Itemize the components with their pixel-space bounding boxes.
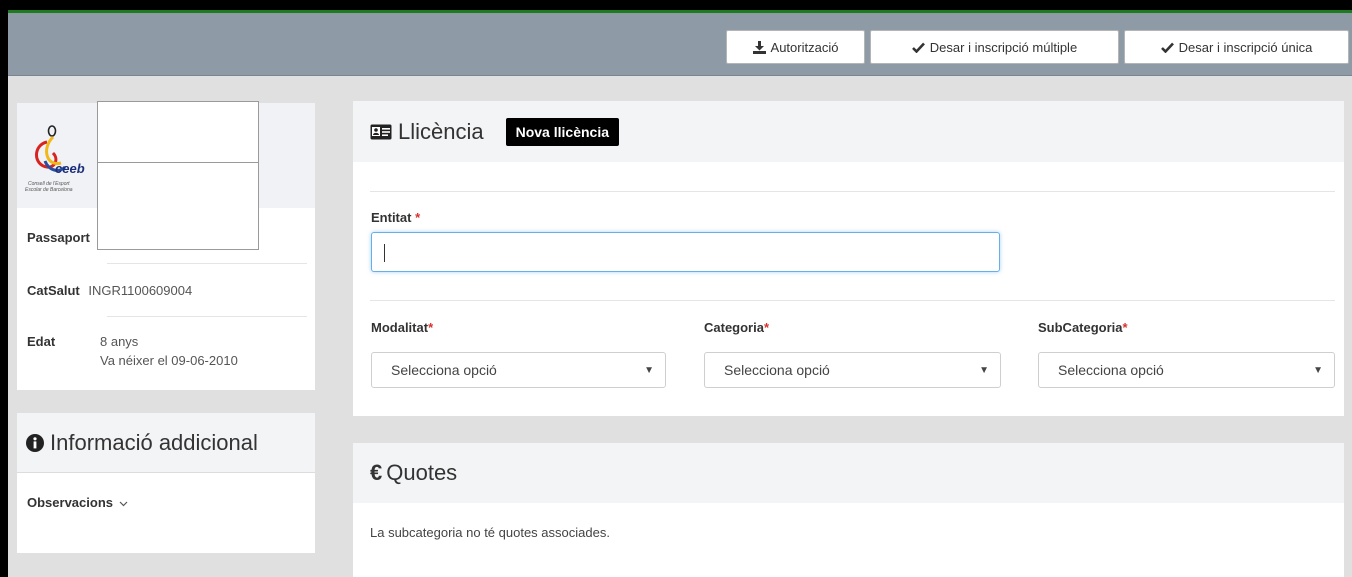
modality-select[interactable]: Selecciona opció ▼: [371, 352, 666, 388]
caret-down-icon: ▼: [979, 364, 989, 376]
category-select-value: Selecciona opció: [724, 362, 830, 378]
observations-label: Observacions: [27, 495, 113, 510]
divider: [107, 316, 307, 317]
license-header: Llicència Nova llicència: [353, 101, 1344, 162]
subcategory-label-text: SubCategoria: [1038, 320, 1123, 335]
save-multiple-button[interactable]: Desar i inscripció múltiple: [870, 30, 1119, 64]
license-title: Llicència: [398, 118, 484, 144]
redacted-photo: [97, 101, 259, 163]
age-label: Edat: [27, 334, 56, 349]
entity-label-text: Entitat: [371, 210, 412, 225]
ceeb-logo: ceeb Consell de l'Esport Escolar de Barc…: [25, 125, 85, 193]
svg-text:Escolar de Barcelona: Escolar de Barcelona: [25, 187, 73, 193]
logo-text: ceeb: [55, 161, 85, 176]
subcategory-field-label: SubCategoria*: [1038, 320, 1128, 335]
catsalut-row: CatSalut INGR1100609004: [27, 283, 307, 298]
license-card: Llicència Nova llicència Entitat * Modal…: [353, 101, 1344, 416]
save-single-label: Desar i inscripció única: [1178, 39, 1313, 55]
required-mark: *: [428, 320, 434, 335]
chevron-down-icon: [119, 501, 128, 507]
category-label-text: Categoria: [704, 320, 764, 335]
euro-icon: €: [370, 460, 383, 485]
additional-info-header: Informació addicional: [17, 413, 315, 473]
required-mark: *: [415, 210, 421, 225]
observations-toggle[interactable]: Observacions: [27, 495, 128, 510]
entity-field-label: Entitat *: [371, 210, 420, 225]
age-value: 8 anys: [100, 334, 139, 349]
divider: [370, 300, 1335, 301]
fees-empty-message: La subcategoria no té quotes associades.: [370, 525, 610, 540]
caret-down-icon: ▼: [644, 364, 654, 376]
text-cursor: [384, 244, 385, 262]
id-card-icon: [370, 124, 392, 139]
info-circle-icon: [26, 433, 44, 452]
modality-field-label: Modalitat*: [371, 320, 433, 335]
category-field-label: Categoria*: [704, 320, 769, 335]
divider: [107, 263, 307, 264]
modality-label-text: Modalitat: [371, 320, 429, 335]
category-select[interactable]: Selecciona opció ▼: [704, 352, 1001, 388]
entity-input[interactable]: [371, 232, 1000, 272]
catsalut-label: CatSalut: [27, 283, 80, 298]
authorization-button[interactable]: Autorització: [726, 30, 865, 64]
passport-label: Passaport: [27, 230, 90, 245]
birth-date: Va néixer el 09-06-2010: [100, 353, 238, 368]
additional-info-card: Informació addicional Observacions: [17, 413, 315, 553]
authorization-label: Autorització: [770, 39, 839, 55]
check-icon: [911, 42, 925, 53]
required-mark: *: [763, 320, 770, 335]
caret-down-icon: ▼: [1313, 364, 1323, 376]
modality-select-value: Selecciona opció: [391, 362, 497, 378]
fees-header: € Quotes: [353, 443, 1344, 503]
fees-card: € Quotes La subcategoria no té quotes as…: [353, 443, 1344, 577]
check-icon: [1160, 42, 1174, 53]
profile-card: ceeb Consell de l'Esport Escolar de Barc…: [17, 101, 315, 390]
divider: [370, 191, 1335, 192]
download-icon: [752, 40, 766, 54]
subcategory-select[interactable]: Selecciona opció ▼: [1038, 352, 1335, 388]
additional-info-title: Informació addicional: [50, 429, 258, 455]
required-mark: *: [1122, 320, 1128, 335]
new-license-badge: Nova llicència: [505, 117, 619, 146]
fees-title: Quotes: [386, 460, 458, 485]
catsalut-value: INGR1100609004: [88, 283, 193, 298]
top-toolbar: Autorització Desar i inscripció múltiple…: [8, 13, 1352, 76]
save-single-button[interactable]: Desar i inscripció única: [1124, 30, 1349, 64]
save-multiple-label: Desar i inscripció múltiple: [929, 39, 1078, 55]
app-frame: Autorització Desar i inscripció múltiple…: [8, 10, 1352, 577]
age-row: Edat 8 anys Va néixer el 09-06-2010: [27, 334, 307, 368]
passport-row: Passaport: [27, 230, 307, 245]
subcategory-select-value: Selecciona opció: [1058, 362, 1164, 378]
